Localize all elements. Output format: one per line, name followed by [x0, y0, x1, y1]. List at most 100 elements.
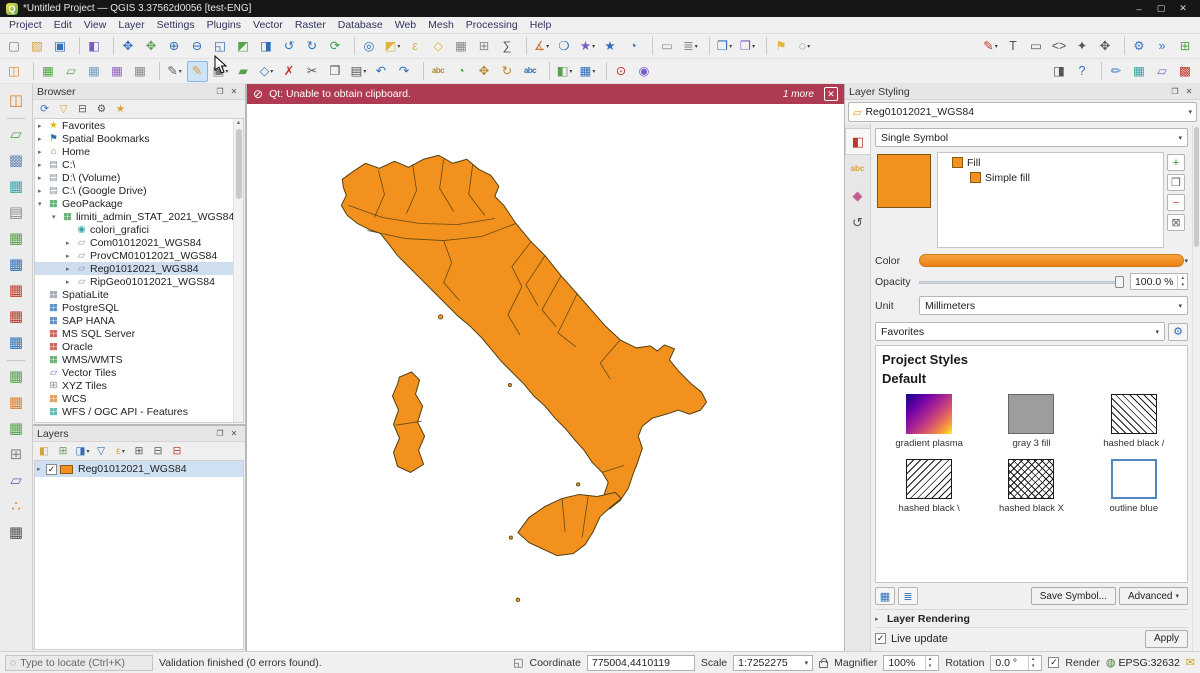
browser-scrollbar[interactable]: ▲	[233, 119, 243, 422]
change-label-button[interactable]: abc	[520, 61, 541, 82]
zoom-to-selection-button[interactable]: ◩	[233, 36, 254, 57]
browser-item[interactable]: ▦ PostgreSQL	[35, 301, 233, 314]
expander-icon[interactable]: ▸	[66, 239, 75, 247]
layer-rendering-section[interactable]: ▸ Layer Rendering	[875, 609, 1188, 627]
icon-view-button[interactable]: ▦	[875, 587, 895, 605]
browser-item[interactable]: ▦ WMS/WMTS	[35, 353, 233, 366]
refresh-browser-button[interactable]: ⟳	[36, 101, 53, 117]
open-attribute-table-button[interactable]: ▦	[451, 36, 472, 57]
pan-map-button[interactable]: ✥	[118, 36, 139, 57]
menu-item[interactable]: Settings	[151, 18, 201, 32]
add-postgis-layer-button[interactable]: ▦	[4, 252, 28, 276]
expander-icon[interactable]: ▸	[38, 122, 47, 130]
new-spatialite-layer-button[interactable]: ▦	[84, 61, 105, 82]
mesh-calculator-button[interactable]: ▦	[1129, 61, 1150, 82]
expander-icon[interactable]: ▸	[875, 615, 887, 623]
raster-tools-button[interactable]: ▩	[1175, 61, 1196, 82]
zoom-next-button[interactable]: ↻	[302, 36, 323, 57]
select-features-button[interactable]: ◩▾	[382, 36, 403, 57]
new-shapefile-layer-button[interactable]: ▱	[61, 61, 82, 82]
spin-steppers[interactable]: ▴▾	[1028, 656, 1038, 670]
expander-icon[interactable]: ▸	[66, 265, 75, 273]
lock-symbol-color-button[interactable]: ⊠	[1167, 214, 1185, 231]
color-button[interactable]	[919, 254, 1184, 267]
scrollbar-thumb[interactable]	[236, 129, 242, 199]
add-polygon-feature-button[interactable]: ▰	[233, 61, 254, 82]
zoom-out-button[interactable]: ⊖	[187, 36, 208, 57]
menu-item[interactable]: Processing	[460, 18, 524, 32]
rotation-spinbox[interactable]: 0.0 °▴▾	[990, 655, 1042, 671]
spin-up-icon[interactable]: ▴	[1178, 275, 1187, 282]
spin-down-icon[interactable]: ▾	[1178, 282, 1187, 289]
locator-input[interactable]: ◌ Type to locate (Ctrl+K)	[5, 655, 153, 671]
expander-icon[interactable]: ▾	[52, 213, 61, 221]
menu-item[interactable]: Raster	[289, 18, 332, 32]
zoom-in-button[interactable]: ⊕	[164, 36, 185, 57]
add-wfs-layer-button[interactable]: ▦	[4, 390, 28, 414]
style-manager-shortcut-button[interactable]: ⚙	[1168, 323, 1188, 341]
duplicate-symbol-layer-button[interactable]: ❐	[1167, 174, 1185, 191]
show-layout-manager-button[interactable]: ≣▾	[680, 36, 701, 57]
toggle-editing-button[interactable]: ✎	[187, 61, 208, 82]
add-xyz-layer-button[interactable]: ⊞	[4, 442, 28, 466]
browser-item[interactable]: ▸ ▱ Reg01012021_WGS84	[35, 262, 233, 275]
browser-item[interactable]: ▸ ▱ ProvCM01012021_WGS84	[35, 249, 233, 262]
float-panel-icon[interactable]: ❐	[213, 429, 227, 438]
manage-map-themes-button[interactable]: ◨▾	[74, 443, 91, 459]
apply-button[interactable]: Apply	[1145, 630, 1188, 648]
style-manager-button[interactable]: ◧	[84, 36, 105, 57]
new-bookmark-button[interactable]: ★▾	[577, 36, 598, 57]
browser-item[interactable]: ▦ SAP HANA	[35, 314, 233, 327]
style-item[interactable]: outline blue	[1087, 459, 1181, 514]
locator-search-button[interactable]: ◌▾	[794, 36, 815, 57]
overview-panel-button[interactable]: ◨	[1049, 61, 1070, 82]
spin-down-icon[interactable]: ▾	[926, 663, 935, 670]
add-symbol-layer-button[interactable]: +	[1167, 154, 1185, 171]
map-canvas[interactable]: ⊘ Qt: Unable to obtain clipboard. 1 more…	[247, 84, 844, 651]
list-view-button[interactable]: ≣	[898, 587, 918, 605]
new-annotation-button[interactable]: ✎▾	[980, 36, 1001, 57]
refresh-map-button[interactable]: ⟳	[325, 36, 346, 57]
browser-item[interactable]: ▸ ★ Favorites	[35, 119, 233, 132]
expander-icon[interactable]: ▸	[66, 252, 75, 260]
menu-item[interactable]: Edit	[48, 18, 78, 32]
advanced-button[interactable]: Advanced▾	[1119, 587, 1188, 605]
tab-history[interactable]: ↺	[845, 209, 870, 236]
extent-icon[interactable]: ◱	[513, 656, 523, 669]
zoom-last-button[interactable]: ↺	[279, 36, 300, 57]
symbol-tree-root[interactable]: Fill	[940, 155, 1161, 170]
add-wms-layer-button[interactable]: ▦	[4, 364, 28, 388]
python-console-button[interactable]: »	[1152, 36, 1173, 57]
data-source-manager-button[interactable]: ◫	[4, 61, 25, 82]
expander-icon[interactable]: ▸	[38, 161, 47, 169]
close-window-button[interactable]: ✕	[1172, 3, 1194, 14]
spin-up-icon[interactable]: ▴	[926, 656, 935, 663]
style-item[interactable]: gray 3 fill	[984, 394, 1078, 449]
add-favorite-button[interactable]: ★	[112, 101, 129, 117]
help-button[interactable]: ?	[1072, 61, 1093, 82]
style-filter-select[interactable]: Favorites ▾	[875, 322, 1165, 341]
browser-item[interactable]: ▸ ⚑ Spatial Bookmarks	[35, 132, 233, 145]
expander-icon[interactable]: ▸	[66, 278, 75, 286]
remove-symbol-layer-button[interactable]: −	[1167, 194, 1185, 211]
move-annotation-button[interactable]: ✥	[1095, 36, 1116, 57]
coordinate-input[interactable]: 775004,4410119	[587, 655, 695, 671]
decorations-button[interactable]: ▦▾	[577, 61, 598, 82]
new-temporary-scratch-layer-button[interactable]: ▦	[107, 61, 128, 82]
script-editor-button[interactable]: ✏	[1106, 61, 1127, 82]
zoom-to-layers-button[interactable]: ◨	[256, 36, 277, 57]
field-calculator-button[interactable]: ⊞	[474, 36, 495, 57]
expander-icon[interactable]: ▸	[38, 148, 47, 156]
sardinia-path[interactable]	[392, 372, 424, 472]
copy-features-button[interactable]: ❐	[325, 61, 346, 82]
redo-button[interactable]: ↷	[394, 61, 415, 82]
menu-item[interactable]: Layer	[112, 18, 150, 32]
svg-annotation-button[interactable]: ✦	[1072, 36, 1093, 57]
expander-icon[interactable]: ▸	[38, 174, 47, 182]
messages-button[interactable]: ✉	[1186, 656, 1195, 669]
tab-symbology[interactable]: ◧	[845, 128, 870, 155]
styling-layer-select[interactable]: ▱ Reg01012021_WGS84 ▾	[848, 102, 1197, 122]
new-project-button[interactable]: ▢	[4, 36, 25, 57]
scroll-up-icon[interactable]: ▲	[236, 119, 242, 127]
save-symbol-button[interactable]: Save Symbol...	[1031, 587, 1116, 605]
